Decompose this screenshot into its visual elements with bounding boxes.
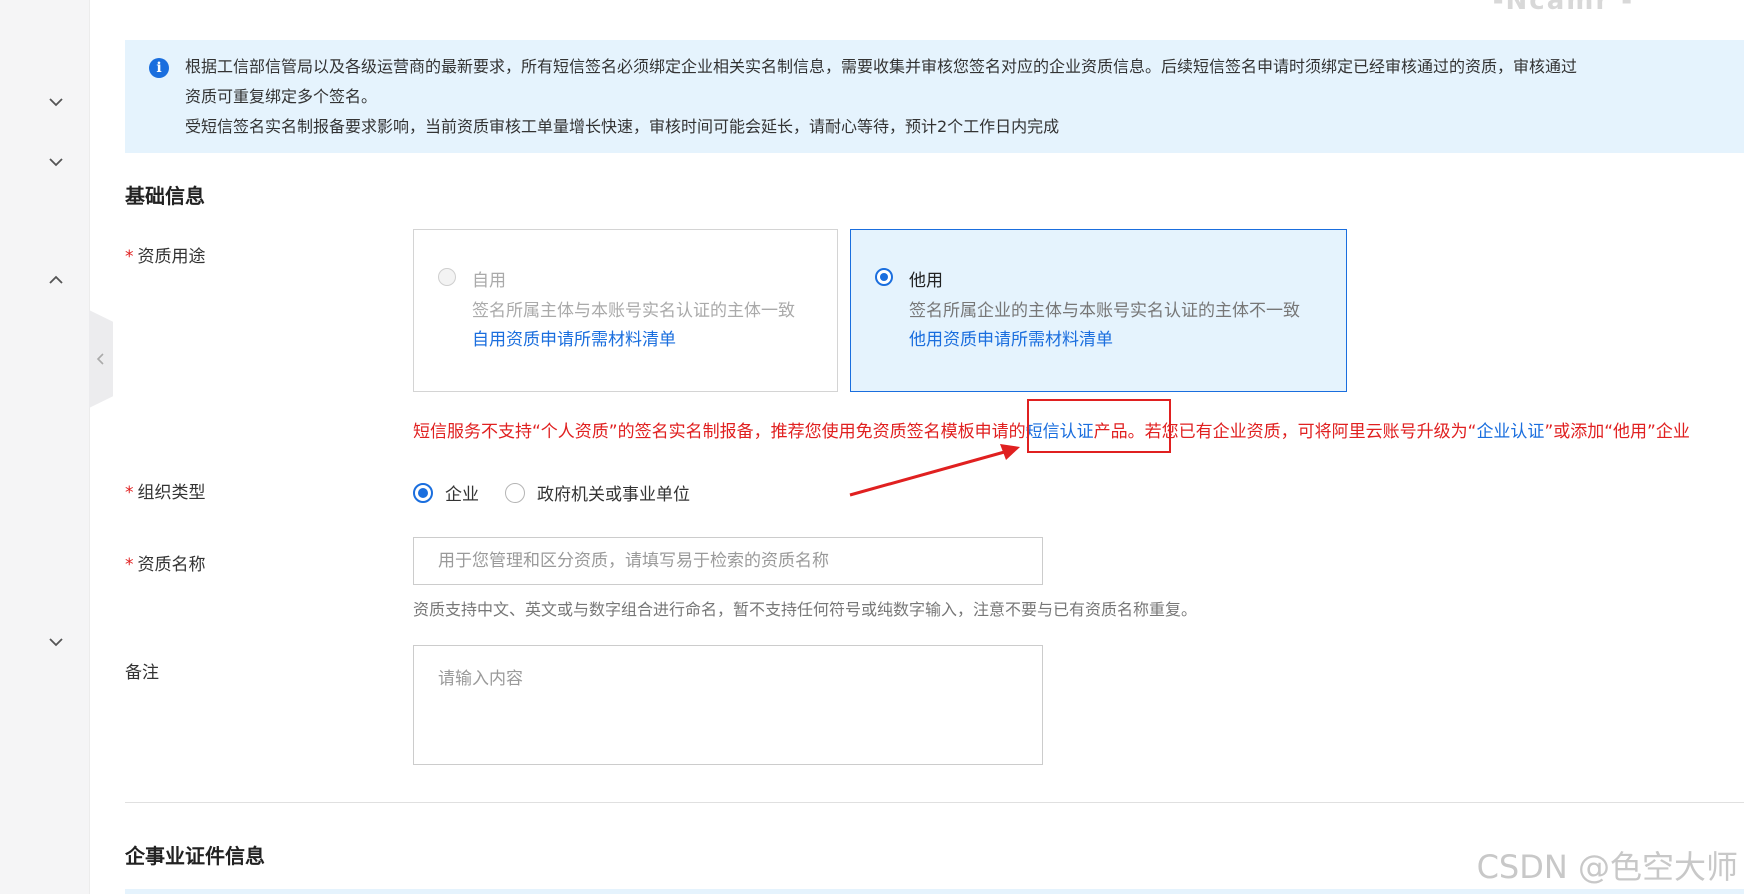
section-divider [125,802,1744,803]
required-mark: * [125,247,134,267]
other-use-radio[interactable] [875,268,893,286]
remark-textarea[interactable] [413,645,1043,765]
chevron-up-icon[interactable] [44,268,68,292]
sidebar-collapse-toggle[interactable] [89,310,113,408]
personal-qualification-warning: 短信服务不支持“个人资质”的签名实名制报备，推荐您使用免资质签名模板申请的短信认… [413,417,1690,442]
other-use-desc: 签名所属企业的主体与本账号实名认证的主体不一致 [909,301,1300,321]
notice-line-2: 资质可重复绑定多个签名。 [185,87,378,106]
watermark: CSDN @色空大师 [1476,848,1738,886]
notice-banner: i 根据工信部信管局以及各级运营商的最新要求，所有短信签名必须绑定企业相关实名制… [125,40,1744,153]
self-use-radio [438,268,456,286]
cert-info-title: 企事业证件信息 [125,844,265,868]
chevron-down-icon[interactable] [44,90,68,114]
name-help-text: 资质支持中文、英文或与数字组合进行命名，暂不支持任何符号或纯数字输入，注意不要与… [413,600,1198,619]
org-type-government[interactable]: 政府机关或事业单位 [505,480,690,505]
usage-card-other[interactable]: 他用 签名所属企业的主体与本账号实名认证的主体不一致 他用资质申请所需材料清单 [850,229,1347,392]
self-use-desc: 签名所属主体与本账号实名认证的主体一致 [472,301,795,321]
usage-label-text: 资质用途 [137,247,206,267]
org-type-label-text: 组织类型 [137,483,206,503]
enterprise-option-label: 企业 [445,485,479,505]
enterprise-radio[interactable] [413,482,433,503]
required-mark: * [125,555,134,575]
chevron-left-icon [96,353,104,365]
basic-info-title: 基础信息 [125,184,205,208]
org-type-label: * 组织类型 [125,478,206,503]
qualification-name-input[interactable] [413,537,1043,585]
government-radio[interactable] [505,482,525,503]
other-use-materials-link[interactable]: 他用资质申请所需材料清单 [909,325,1113,350]
left-sidebar [0,0,90,894]
org-type-enterprise[interactable]: 企业 [413,480,479,505]
usage-card-self: 自用 签名所属主体与本账号实名认证的主体一致 自用资质申请所需材料清单 [413,229,838,392]
required-mark: * [125,483,134,503]
info-icon: i [149,58,169,78]
warning-text-3: ”或添加“他用”企业 [1544,422,1690,442]
annotation-arrow [849,444,1020,497]
warning-text-2: 产品。若您已有企业资质，可将阿里云账号升级为“ [1093,422,1477,442]
remark-label: 备注 [125,663,159,683]
chevron-down-icon[interactable] [44,150,68,174]
header-remnant-text: -Ncamr - [1492,0,1634,16]
other-use-title: 他用 [909,271,943,291]
sms-auth-link[interactable]: 短信认证 [1026,422,1094,442]
usage-label: * 资质用途 [125,242,206,267]
government-option-label: 政府机关或事业单位 [537,485,690,505]
chevron-down-icon[interactable] [44,630,68,654]
cert-notice-strip [125,889,1744,894]
notice-line-1: 根据工信部信管局以及各级运营商的最新要求，所有短信签名必须绑定企业相关实名制信息… [185,57,1578,76]
self-use-title: 自用 [472,271,506,291]
self-use-materials-link[interactable]: 自用资质申请所需材料清单 [472,325,676,350]
enterprise-auth-link[interactable]: 企业认证 [1476,422,1544,442]
name-label: * 资质名称 [125,550,206,575]
warning-text-1: 短信服务不支持“个人资质”的签名实名制报备，推荐您使用免资质签名模板申请的 [413,422,1026,442]
name-label-text: 资质名称 [137,555,206,575]
notice-line-3: 受短信签名实名制报备要求影响，当前资质审核工单量增长快速，审核时间可能会延长，请… [185,117,1060,136]
